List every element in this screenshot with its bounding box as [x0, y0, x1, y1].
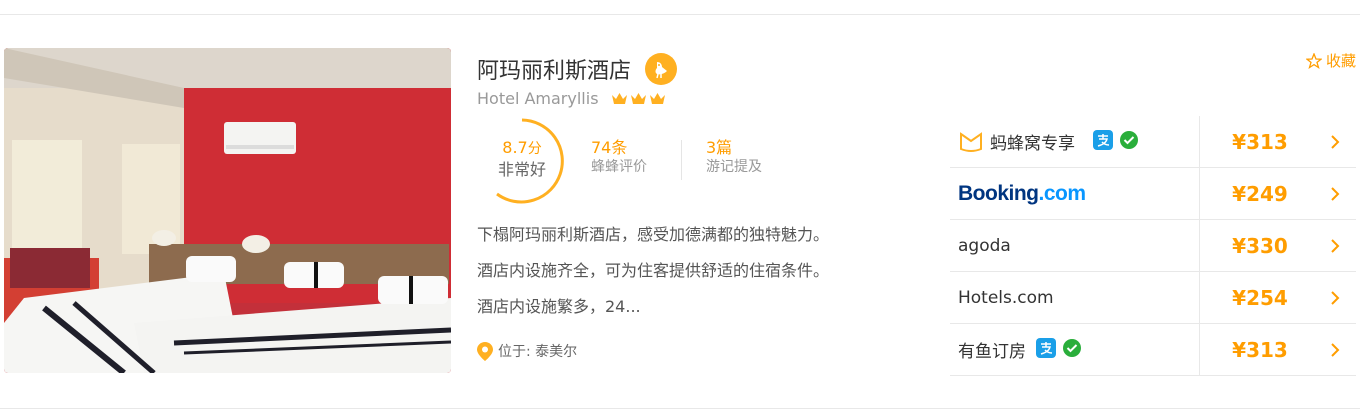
vendor-cell: Booking.com	[950, 168, 1200, 219]
reviews-stat[interactable]: 74条 蜂蜂评价	[591, 138, 647, 176]
price-value[interactable]: ¥254	[1200, 286, 1320, 310]
vendor-name: Hotels.com	[958, 287, 1054, 308]
vendor-name: 蚂蜂窝专享	[990, 134, 1075, 154]
travelogues-stat[interactable]: 3篇 游记提及	[706, 138, 762, 176]
price-row-mafengwo[interactable]: 蚂蜂窝专享 ¥313	[950, 116, 1356, 168]
alipay-icon	[1036, 337, 1056, 362]
price-value[interactable]: ¥249	[1200, 182, 1320, 206]
favorite-label: 收藏	[1325, 52, 1356, 70]
stat-divider	[681, 140, 682, 180]
mafengwo-logo-icon	[960, 131, 982, 152]
crown-icon	[611, 93, 627, 104]
top-divider	[0, 14, 1360, 15]
price-value[interactable]: ¥313	[1200, 338, 1320, 362]
travelogues-count[interactable]: 3篇	[706, 138, 762, 158]
bottom-divider	[0, 408, 1360, 409]
hotel-subtitle-row: Hotel Amaryllis	[477, 89, 666, 108]
chevron-right-icon[interactable]	[1320, 186, 1350, 202]
hotel-location[interactable]: 位于: 泰美尔	[477, 341, 577, 361]
crown-icon	[630, 93, 646, 104]
vendor-cell: Hotels.com	[950, 272, 1200, 323]
bird-badge-icon	[645, 53, 678, 85]
price-row-hotels[interactable]: Hotels.com ¥254	[950, 272, 1356, 324]
location-text: 位于: 泰美尔	[498, 344, 578, 360]
chevron-right-icon[interactable]	[1320, 134, 1350, 150]
price-row-youyu[interactable]: 有鱼订房 ¥313	[950, 324, 1356, 376]
wechat-pay-icon	[1119, 130, 1139, 154]
alipay-icon	[1093, 129, 1113, 154]
hotel-title-row: 阿玛丽利斯酒店	[477, 52, 678, 86]
crown-icon	[649, 93, 665, 104]
score-value: 8.7分	[477, 138, 567, 159]
hotel-photo[interactable]	[4, 48, 451, 373]
hotel-name[interactable]: 阿玛丽利斯酒店	[477, 53, 631, 85]
description-line: 下榻阿玛丽利斯酒店，感受加德满都的独特魅力。	[477, 225, 830, 244]
vendor-cell: agoda	[950, 220, 1200, 271]
star-outline-icon	[1305, 52, 1322, 69]
score-number: 8.7	[502, 138, 528, 157]
description-line: 酒店内设施齐全，可为住客提供舒适的住宿条件。	[477, 261, 830, 280]
wechat-pay-icon	[1062, 338, 1082, 362]
price-comparison-list: 蚂蜂窝专享 ¥313 Booking.com ¥249 agoda ¥330 H…	[950, 116, 1356, 376]
travelogues-label: 游记提及	[706, 159, 762, 175]
vendor-name: agoda	[958, 235, 1011, 256]
location-pin-icon	[477, 341, 493, 361]
chevron-right-icon[interactable]	[1320, 238, 1350, 254]
booking-logo: Booking.com	[958, 181, 1086, 205]
chevron-right-icon[interactable]	[1320, 342, 1350, 358]
favorite-button[interactable]: 收藏	[1305, 50, 1356, 71]
hotel-description: 下榻阿玛丽利斯酒店，感受加德满都的独特魅力。 酒店内设施齐全，可为住客提供舒适的…	[477, 217, 917, 325]
price-value[interactable]: ¥330	[1200, 234, 1320, 258]
reviews-count[interactable]: 74条	[591, 138, 647, 158]
vendor-cell: 蚂蜂窝专享	[950, 116, 1200, 167]
score-unit: 分	[527, 141, 542, 157]
star-rating	[611, 92, 666, 105]
price-row-booking[interactable]: Booking.com ¥249	[950, 168, 1356, 220]
score-label: 非常好	[497, 160, 546, 179]
description-line: 酒店内设施繁多，24...	[477, 297, 641, 316]
price-row-agoda[interactable]: agoda ¥330	[950, 220, 1356, 272]
vendor-name: 有鱼订房	[958, 342, 1026, 362]
chevron-right-icon[interactable]	[1320, 290, 1350, 306]
reviews-label: 蜂蜂评价	[591, 159, 647, 175]
hotel-english-name: Hotel Amaryllis	[477, 89, 599, 108]
price-value[interactable]: ¥313	[1200, 130, 1320, 154]
vendor-cell: 有鱼订房	[950, 324, 1200, 375]
